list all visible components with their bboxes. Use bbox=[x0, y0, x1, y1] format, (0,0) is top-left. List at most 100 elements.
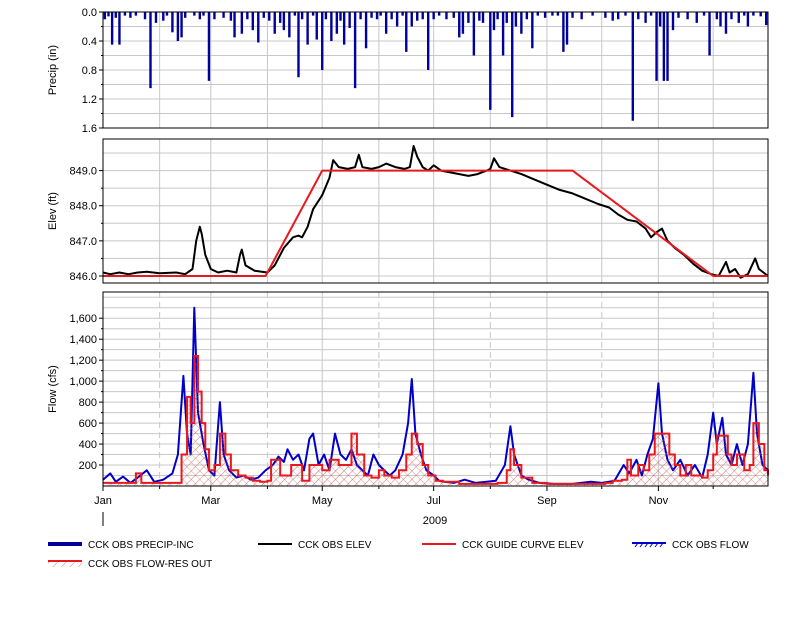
precip-bar bbox=[364, 12, 368, 49]
precip-bar bbox=[401, 12, 404, 16]
y-tick-label: 847.0 bbox=[69, 236, 97, 248]
precip-bar bbox=[330, 12, 333, 41]
panel-elev-background bbox=[103, 139, 768, 283]
precip-bar bbox=[129, 12, 132, 18]
precip-bar bbox=[384, 12, 388, 34]
precip-bar bbox=[279, 12, 282, 23]
precip-bar bbox=[611, 12, 614, 21]
precip-bar bbox=[375, 12, 379, 20]
precip-bar bbox=[478, 12, 481, 21]
precip-bar bbox=[565, 12, 569, 45]
precip-bar bbox=[624, 12, 627, 16]
precip-bar bbox=[162, 12, 165, 21]
precip-bar bbox=[492, 12, 496, 31]
precip-bar bbox=[737, 12, 740, 23]
precip-bar bbox=[677, 12, 680, 18]
y-tick-label: 846.0 bbox=[69, 271, 97, 283]
y-tick-label: 600 bbox=[79, 418, 97, 430]
precip-bar bbox=[300, 12, 304, 20]
precip-bar bbox=[551, 12, 554, 16]
precip-bar bbox=[306, 12, 309, 45]
precip-bar bbox=[184, 12, 187, 18]
precip-bar bbox=[445, 12, 448, 20]
precip-bar bbox=[531, 12, 534, 49]
precip-bar bbox=[107, 12, 110, 17]
legend-label: CCK OBS FLOW bbox=[672, 540, 749, 551]
precip-bar bbox=[481, 12, 485, 23]
precip-bar bbox=[171, 12, 174, 33]
precip-bar bbox=[410, 12, 413, 27]
y-tick-label: 848.0 bbox=[69, 201, 97, 213]
precip-bar bbox=[110, 12, 114, 45]
y-tick-label: 1.6 bbox=[82, 123, 97, 135]
precip-bar bbox=[489, 12, 492, 110]
precip-bar bbox=[708, 12, 711, 56]
precip-bar bbox=[118, 12, 121, 45]
precip-bar bbox=[686, 12, 689, 20]
precip-bar bbox=[251, 12, 255, 31]
precip-bar bbox=[511, 12, 514, 118]
precip-bar bbox=[472, 12, 476, 56]
x-tick-label: Jan bbox=[94, 495, 112, 507]
precip-bar bbox=[282, 12, 286, 31]
precip-bar bbox=[743, 12, 746, 16]
y-tick-label: 0.8 bbox=[82, 65, 97, 77]
precip-bar bbox=[297, 12, 300, 78]
precip-bar bbox=[293, 12, 297, 16]
precip-bar bbox=[134, 12, 138, 16]
x-tick-label: Mar bbox=[201, 495, 220, 507]
hydrograph-chart: 0.0 0.4 0.8 1.2 1.6 Precip (in) 846.0 847.0 848.… bbox=[47, 7, 769, 570]
precip-bar bbox=[154, 12, 158, 23]
precip-bar bbox=[662, 12, 666, 81]
precip-bar bbox=[315, 12, 318, 40]
precip-bar bbox=[114, 12, 117, 18]
precip-bar bbox=[571, 12, 574, 18]
legend-label: CCK GUIDE CURVE ELEV bbox=[462, 540, 584, 551]
precip-bar bbox=[213, 12, 216, 20]
precip-bar bbox=[604, 12, 607, 18]
y-tick-label: 849.0 bbox=[69, 166, 97, 178]
precip-bar bbox=[437, 12, 441, 16]
precip-bar bbox=[321, 12, 324, 70]
y-tick-label: 0.0 bbox=[82, 7, 97, 19]
precip-bar bbox=[379, 12, 382, 16]
precip-bar bbox=[288, 12, 291, 38]
y-tick-label: 800 bbox=[79, 397, 97, 409]
precip-bar bbox=[262, 12, 265, 18]
precip-bar bbox=[426, 12, 430, 70]
precip-bar bbox=[421, 12, 424, 20]
precip-bar bbox=[452, 12, 455, 18]
precip-bar bbox=[311, 12, 315, 16]
legend-entry: CCK OBS ELEV bbox=[258, 540, 372, 551]
precip-bar bbox=[659, 12, 662, 27]
precip-bar bbox=[536, 12, 540, 16]
precip-bar bbox=[556, 12, 560, 16]
precip-bar bbox=[240, 12, 244, 34]
precip-bar bbox=[719, 12, 722, 27]
legend-entry: CCK GUIDE CURVE ELEV bbox=[422, 540, 584, 551]
precip-bar bbox=[180, 12, 183, 38]
precip-bar bbox=[458, 12, 461, 38]
precip-bar bbox=[520, 12, 523, 34]
precip-bar bbox=[432, 12, 435, 20]
precip-bar bbox=[759, 12, 762, 17]
precip-bar bbox=[543, 12, 547, 18]
precip-bar bbox=[525, 12, 529, 20]
precip-bar bbox=[637, 12, 640, 20]
precip-bar bbox=[746, 12, 750, 27]
legend-entry: CCK OBS FLOW bbox=[632, 540, 749, 551]
y-tick-label: 1,400 bbox=[69, 334, 97, 346]
precip-bar bbox=[335, 12, 339, 34]
y-tick-label: 0.4 bbox=[82, 36, 97, 48]
precip-bar bbox=[505, 12, 508, 23]
precip-bar bbox=[165, 12, 169, 16]
precip-bar bbox=[724, 12, 728, 34]
precip-bar bbox=[390, 12, 393, 20]
precip-bar bbox=[123, 12, 127, 16]
precip-bar bbox=[395, 12, 399, 27]
precip-bar bbox=[202, 12, 205, 16]
precip-bar bbox=[176, 12, 180, 41]
legend-label: CCK OBS PRECIP-INC bbox=[88, 540, 194, 551]
precip-bar bbox=[198, 12, 202, 20]
precip-bar bbox=[461, 12, 465, 34]
